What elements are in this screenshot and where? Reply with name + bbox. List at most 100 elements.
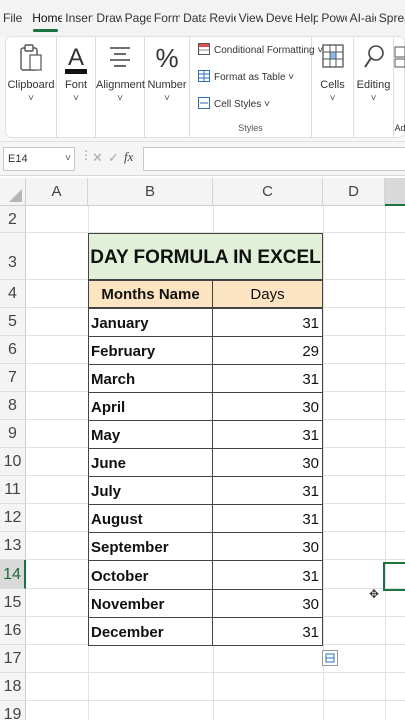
row-header-13[interactable]: 13 (0, 532, 26, 560)
days-cell[interactable]: 30 (212, 589, 323, 618)
tab-spreadsheet[interactable]: Spreadsheet (376, 0, 405, 36)
days-cell[interactable]: 30 (212, 392, 323, 421)
insert-function-icon[interactable]: fx (124, 149, 133, 165)
tab-insert[interactable]: Insert (62, 0, 93, 36)
gridline (26, 672, 405, 673)
month-cell[interactable]: October (88, 560, 213, 590)
chevron-down-icon: ˅ (370, 93, 377, 104)
row-header-16[interactable]: 16 (0, 617, 26, 645)
months-name-header[interactable]: Months Name (88, 280, 213, 308)
month-cell[interactable]: December (88, 617, 213, 646)
clipboard-group[interactable]: Clipboard ˅ (6, 37, 57, 137)
row-header-3[interactable]: 3 (0, 233, 26, 280)
confirm-entry-icon[interactable]: ✓ (108, 150, 119, 166)
month-cell[interactable]: January (88, 308, 213, 337)
gridline (26, 700, 405, 701)
row-header-12[interactable]: 12 (0, 504, 26, 532)
row-header-18[interactable]: 18 (0, 673, 26, 701)
row-header-11[interactable]: 11 (0, 476, 26, 504)
tab-file[interactable]: File (0, 0, 29, 36)
alignment-group[interactable]: Alignment ˅ (96, 37, 145, 137)
row-header-8[interactable]: 8 (0, 392, 26, 420)
conditional-formatting-button[interactable]: Conditional Formatting ˅ (198, 43, 323, 58)
formula-input[interactable] (143, 147, 405, 171)
month-cell[interactable]: August (88, 504, 213, 533)
tab-formulas[interactable]: Formulas (151, 0, 180, 36)
number-group[interactable]: % Number ˅ (145, 37, 190, 137)
add-ins-group[interactable]: Ad (394, 37, 405, 137)
percent-icon: % (155, 43, 179, 78)
cells-group[interactable]: Cells ˅ (312, 37, 354, 137)
gridline (385, 206, 386, 720)
month-cell[interactable]: March (88, 364, 213, 393)
month-cell[interactable]: November (88, 589, 213, 618)
tab-review[interactable]: Review (206, 0, 235, 36)
column-header-b[interactable]: B (88, 178, 213, 206)
row-header-10[interactable]: 10 (0, 448, 26, 476)
row-header-4[interactable]: 4 (0, 280, 26, 308)
days-cell[interactable]: 31 (212, 420, 323, 449)
tab-help[interactable]: Help (292, 0, 318, 36)
name-box[interactable]: E14 ˅ (3, 147, 75, 171)
days-cell[interactable]: 31 (212, 560, 323, 590)
more-options-icon[interactable]: ⋮ (80, 148, 92, 162)
row-header-5[interactable]: 5 (0, 308, 26, 336)
quick-analysis-button[interactable] (322, 650, 338, 666)
days-cell[interactable]: 31 (212, 364, 323, 393)
row-header-6[interactable]: 6 (0, 336, 26, 364)
conditional-formatting-icon (198, 43, 210, 58)
tab-page[interactable]: Page (122, 0, 151, 36)
tab-data[interactable]: Data (180, 0, 206, 36)
row-header-7[interactable]: 7 (0, 364, 26, 392)
row-header-14[interactable]: 14 (0, 560, 26, 589)
alignment-label: Alignment (96, 79, 145, 91)
days-cell[interactable]: 30 (212, 448, 323, 477)
month-cell[interactable]: June (88, 448, 213, 477)
days-cell[interactable]: 29 (212, 336, 323, 365)
days-cell[interactable]: 31 (212, 617, 323, 646)
cell-styles-button[interactable]: Cell Styles ˅ (198, 97, 270, 112)
row-header-9[interactable]: 9 (0, 420, 26, 448)
month-cell[interactable]: April (88, 392, 213, 421)
column-header-d[interactable]: D (323, 178, 385, 206)
format-as-table-label: Format as Table ˅ (214, 72, 295, 83)
days-cell[interactable]: 30 (212, 532, 323, 561)
format-as-table-button[interactable]: Format as Table ˅ (198, 70, 294, 85)
number-label: Number (147, 79, 187, 91)
tab-view[interactable]: View (236, 0, 263, 36)
font-group[interactable]: A Font ˅ (57, 37, 96, 137)
row-header-15[interactable]: 15 (0, 589, 26, 617)
month-cell[interactable]: September (88, 532, 213, 561)
chevron-down-icon: ˅ (28, 93, 34, 104)
column-header-a[interactable]: A (26, 178, 88, 206)
days-cell[interactable]: 31 (212, 504, 323, 533)
editing-group[interactable]: Editing ˅ (354, 37, 394, 137)
days-cell[interactable]: 31 (212, 476, 323, 505)
month-cell[interactable]: July (88, 476, 213, 505)
row-header-2[interactable]: 2 (0, 206, 26, 233)
cell-styles-icon (198, 97, 210, 112)
select-all-button[interactable] (0, 178, 26, 206)
add-ins-icon (393, 43, 405, 74)
tab-ai-aided[interactable]: AI-aided (347, 0, 376, 36)
editing-label: Editing (356, 79, 391, 91)
days-cell[interactable]: 31 (212, 308, 323, 337)
tab-draw[interactable]: Draw (93, 0, 121, 36)
tab-power[interactable]: Power (318, 0, 346, 36)
table-title[interactable]: DAY FORMULA IN EXCEL (88, 233, 323, 280)
month-cell[interactable]: February (88, 336, 213, 365)
tab-developer[interactable]: Developer (263, 0, 292, 36)
gridline (323, 206, 324, 720)
chevron-down-icon: ˅ (65, 153, 71, 164)
cancel-entry-icon[interactable]: ✕ (92, 150, 103, 166)
row-header-19[interactable]: 19 (0, 701, 26, 720)
column-header-e[interactable] (385, 178, 405, 206)
days-header[interactable]: Days (212, 280, 323, 308)
search-icon (362, 43, 386, 76)
column-header-c[interactable]: C (213, 178, 323, 206)
tab-home[interactable]: Home (29, 0, 62, 36)
chevron-down-icon: ˅ (73, 93, 79, 104)
month-cell[interactable]: May (88, 420, 213, 449)
row-header-17[interactable]: 17 (0, 645, 26, 673)
active-cell-e14[interactable] (383, 562, 405, 591)
